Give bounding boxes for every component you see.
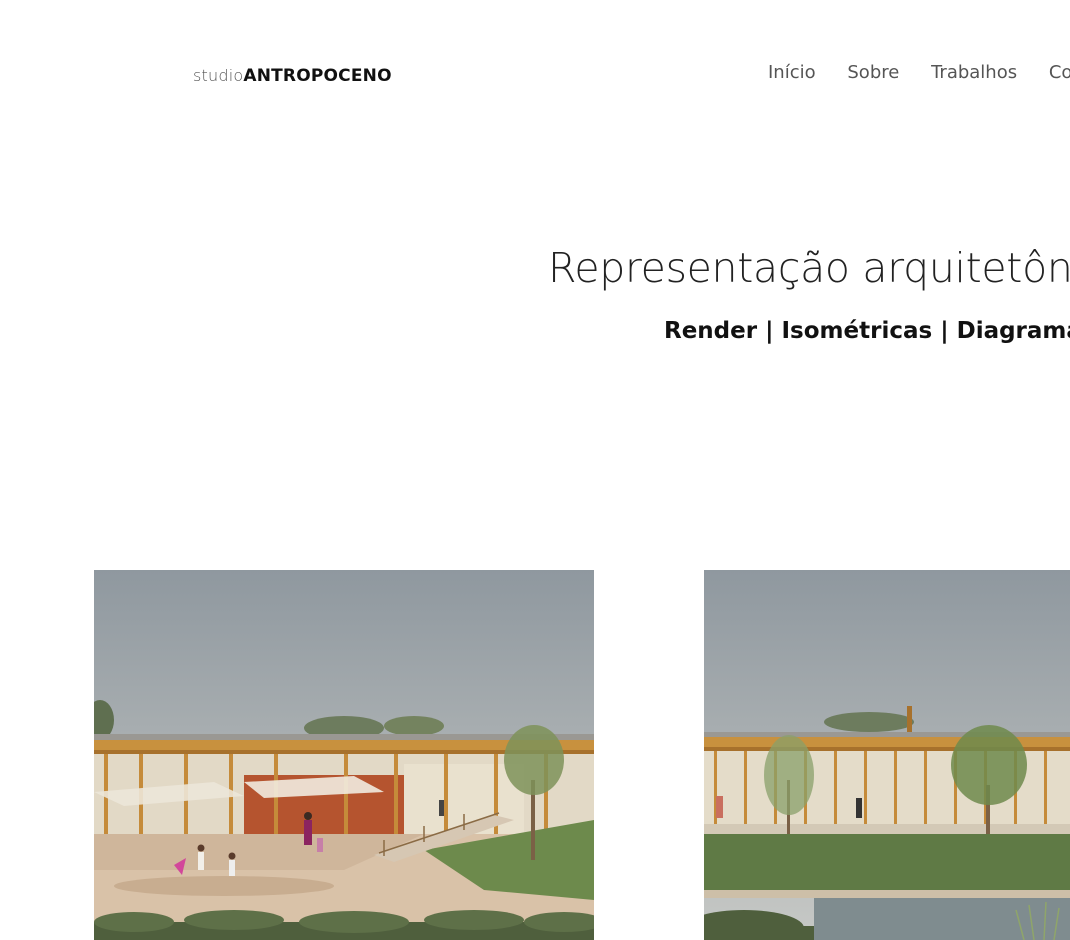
render-playground-image xyxy=(94,570,594,940)
nav-item-sobre[interactable]: Sobre xyxy=(847,62,899,83)
logo-light-text: studio xyxy=(193,66,244,85)
nav-item-inicio[interactable]: Início xyxy=(768,62,816,83)
render-pond-image xyxy=(704,570,1070,940)
gallery-image-1[interactable] xyxy=(94,570,594,940)
gallery-image-2[interactable] xyxy=(704,570,1070,940)
page-title: Representação arquitetônica xyxy=(548,244,1070,292)
site-logo[interactable]: studioANTROPOCENO xyxy=(193,66,392,86)
main-nav: Início Sobre Trabalhos Contato xyxy=(768,62,1070,90)
nav-item-trabalhos[interactable]: Trabalhos xyxy=(931,62,1017,83)
page-subtitle: Render | Isométricas | Diagramas | xyxy=(664,318,1070,344)
nav-item-contato[interactable]: Contato xyxy=(1049,62,1070,83)
logo-bold-text: ANTROPOCENO xyxy=(243,66,392,86)
